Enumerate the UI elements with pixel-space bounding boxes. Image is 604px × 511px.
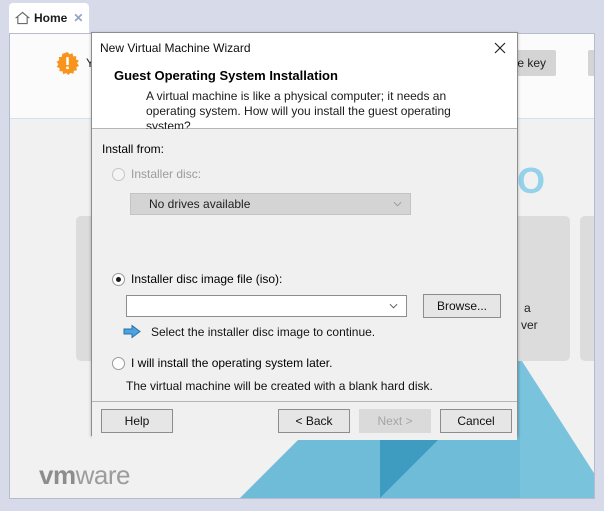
radio-label: Installer disc:: [131, 167, 202, 181]
tab-home-label: Home: [34, 11, 68, 25]
dialog-header: Guest Operating System Installation A vi…: [92, 64, 517, 133]
next-button: Next >: [359, 409, 431, 433]
decor-triangle-4: [520, 358, 594, 498]
vmware-logo: vmware: [39, 460, 130, 491]
chevron-down-icon[interactable]: [389, 302, 398, 311]
dialog-header-subtitle: A virtual machine is like a physical com…: [146, 89, 451, 133]
back-button[interactable]: < Back: [278, 409, 350, 433]
radio-label: I will install the operating system late…: [131, 356, 333, 370]
drives-combobox-value: No drives available: [149, 197, 251, 211]
radio-option-installer-iso[interactable]: Installer disc image file (iso):: [112, 272, 282, 286]
radio-indicator: [112, 167, 125, 181]
help-button[interactable]: Help: [101, 409, 173, 433]
drives-combobox: No drives available: [130, 193, 411, 215]
vmware-workstation-window: Home ✕ a ver \ PRO Y ense key vmware: [0, 0, 604, 511]
radio-indicator: [112, 272, 125, 286]
tab-close-icon[interactable]: ✕: [73, 12, 83, 24]
home-card-text: ver: [521, 318, 538, 332]
home-icon: [15, 11, 30, 25]
close-icon[interactable]: [487, 36, 513, 60]
install-from-label: Install from:: [102, 142, 165, 156]
home-card-text: a: [524, 301, 531, 315]
banner-secondary-button[interactable]: [588, 50, 594, 76]
blue-arrow-icon: [123, 324, 141, 339]
dialog-footer: Help < Back Next > Cancel: [92, 401, 517, 440]
install-later-note: The virtual machine will be created with…: [126, 379, 433, 393]
dialog-header-title: Guest Operating System Installation: [114, 68, 338, 83]
cancel-button[interactable]: Cancel: [440, 409, 512, 433]
radio-option-install-later[interactable]: I will install the operating system late…: [112, 356, 332, 370]
vmware-logo-bold: vm: [39, 460, 76, 490]
vmware-logo-light: ware: [75, 460, 131, 490]
new-virtual-machine-wizard-dialog: New Virtual Machine Wizard Guest Operati…: [91, 32, 518, 440]
iso-path-combobox[interactable]: [126, 295, 407, 317]
dialog-body: Install from: Installer disc: No drives …: [92, 129, 517, 401]
close-x-glyph: [494, 42, 506, 54]
tab-bar: Home ✕: [0, 0, 604, 33]
iso-hint-text: Select the installer disc image to conti…: [151, 324, 376, 339]
warning-burst-icon: [56, 52, 79, 75]
radio-indicator: [112, 356, 125, 370]
tab-home[interactable]: Home ✕: [9, 3, 89, 33]
home-card-tile[interactable]: [580, 216, 594, 361]
radio-option-installer-disc[interactable]: Installer disc:: [112, 167, 201, 181]
chevron-down-icon: [393, 201, 402, 207]
radio-label: Installer disc image file (iso):: [131, 272, 283, 286]
iso-hint: Select the installer disc image to conti…: [123, 324, 375, 339]
dialog-title: New Virtual Machine Wizard: [100, 41, 251, 55]
browse-button[interactable]: Browse...: [423, 294, 501, 318]
dialog-titlebar: New Virtual Machine Wizard: [92, 33, 517, 64]
